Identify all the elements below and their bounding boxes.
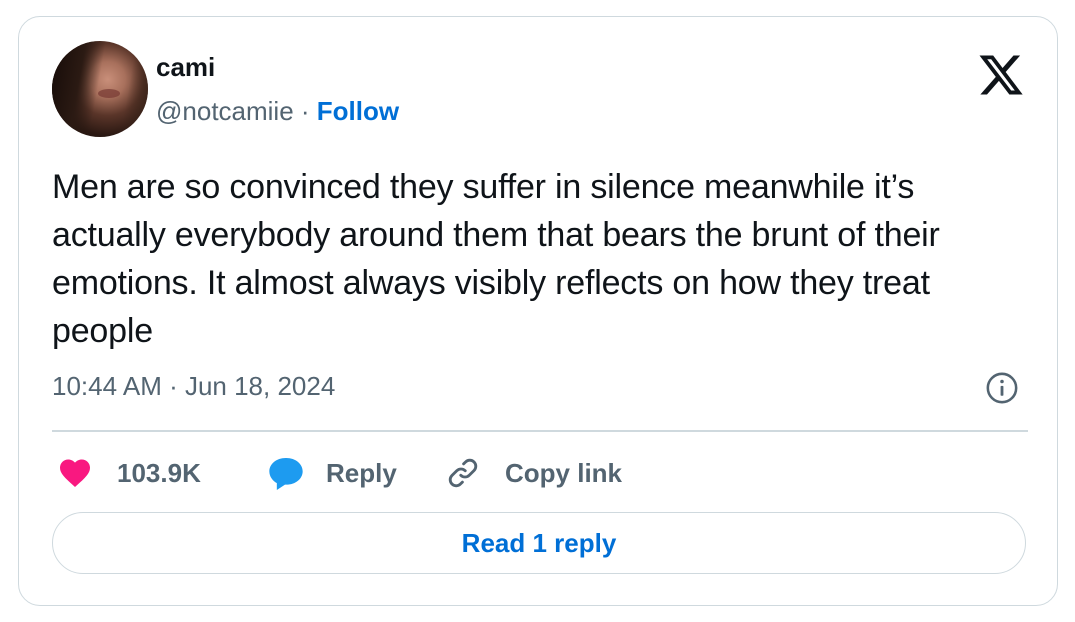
like-button[interactable]: 103.9K bbox=[57, 453, 201, 493]
copy-link-button[interactable]: Copy link bbox=[445, 453, 622, 493]
avatar-lips bbox=[98, 89, 120, 98]
read-replies-button[interactable]: Read 1 reply bbox=[52, 512, 1026, 574]
info-icon[interactable] bbox=[985, 371, 1019, 405]
copy-link-label: Copy link bbox=[505, 457, 623, 488]
handle-separator: · bbox=[293, 96, 317, 126]
tweet-card: cami @notcamiie · Follow Men are so conv… bbox=[18, 16, 1058, 606]
follow-button[interactable]: Follow bbox=[317, 96, 399, 126]
likes-count: 103.9K bbox=[117, 457, 201, 488]
reply-label: Reply bbox=[326, 457, 397, 488]
author-name[interactable]: cami bbox=[156, 51, 215, 83]
author-handle-row: @notcamiie · Follow bbox=[156, 95, 399, 127]
avatar[interactable] bbox=[52, 41, 148, 137]
avatar-hair-shading bbox=[52, 41, 148, 137]
tweet-text: Men are so convinced they suffer in sile… bbox=[52, 168, 940, 350]
author-handle[interactable]: @notcamiie bbox=[156, 96, 294, 126]
reply-button[interactable]: Reply bbox=[266, 453, 397, 493]
x-logo-icon[interactable] bbox=[977, 51, 1025, 99]
speech-bubble-icon bbox=[269, 458, 303, 490]
divider bbox=[52, 430, 1028, 432]
tweet-timestamp[interactable]: 10:44 AM · Jun 18, 2024 bbox=[52, 370, 335, 402]
link-icon bbox=[448, 458, 478, 488]
heart-icon bbox=[60, 459, 90, 488]
